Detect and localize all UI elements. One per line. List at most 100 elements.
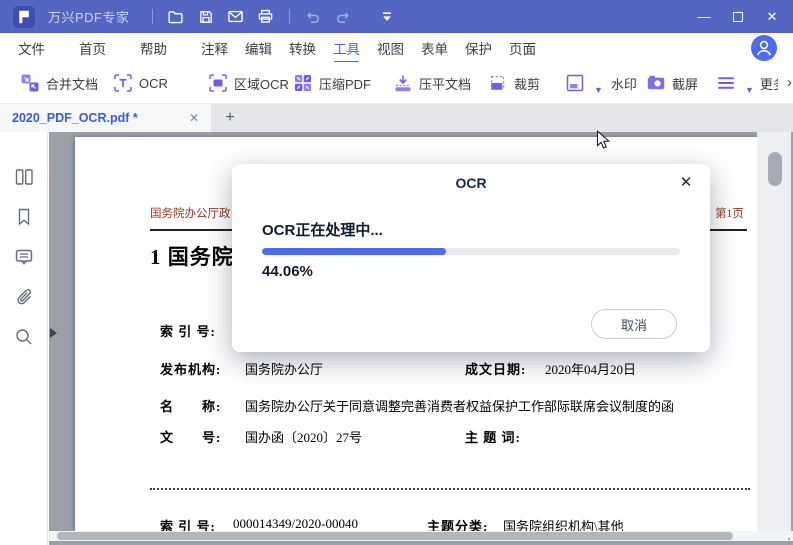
menu-tools[interactable]: 工具	[333, 38, 360, 64]
customize-toolbar-icon[interactable]	[372, 0, 402, 33]
field-date-label: 成文日期:	[465, 362, 527, 377]
tool-label: 压平文档	[419, 76, 472, 92]
compress-pdf-icon	[295, 75, 311, 91]
search-icon[interactable]	[13, 326, 37, 350]
sidebar-expand-handle-icon[interactable]	[50, 328, 57, 338]
field-index2-value: 000014349/2020-00040	[233, 516, 358, 531]
ocr-progress-fill	[262, 248, 447, 255]
document-tab-bar: 2020_PDF_OCR.pdf * ✕ +	[0, 104, 793, 132]
tool-label: 裁剪	[514, 76, 541, 92]
account-avatar[interactable]	[751, 34, 777, 61]
titlebar-separator	[151, 9, 153, 24]
ocr-progress-percent: 44.06%	[262, 263, 313, 280]
dropdown-caret-icon: ▼	[594, 85, 603, 95]
menu-protect[interactable]: 保护	[465, 38, 492, 58]
save-icon[interactable]	[191, 0, 221, 33]
field-issuer-value: 国务院办公厅	[245, 362, 324, 377]
tool-label: 压缩PDF	[319, 76, 372, 92]
field-index2-label: 索 引 号:	[160, 519, 216, 531]
ocr-button[interactable]: OCR	[113, 62, 168, 104]
merge-documents-button[interactable]: 合并文档	[20, 62, 98, 104]
menu-bar: 文件 首页 帮助 注释 编辑 转换 工具 视图 表单 保护 页面	[0, 33, 793, 64]
crop-icon	[490, 75, 505, 90]
field-issuer-label: 发布机构:	[160, 362, 222, 377]
screenshot-button[interactable]: 截屏	[646, 62, 698, 104]
vertical-scrollbar-thumb[interactable]	[768, 152, 782, 186]
field-index-label: 索 引 号:	[160, 324, 216, 339]
minimize-button[interactable]: —	[687, 0, 721, 33]
menu-view[interactable]: 视图	[377, 38, 404, 58]
menu-help[interactable]: 帮助	[140, 38, 167, 58]
vertical-scrollbar[interactable]	[757, 132, 791, 531]
field-docnum-value: 国办函〔2020〕27号	[245, 430, 363, 445]
menu-edit[interactable]: 编辑	[245, 38, 272, 58]
toolbar-overflow-chevron[interactable]: ›	[787, 74, 792, 91]
tools-toolbar: 合并文档 OCR 区域OCR 压缩PDF 压平文档 裁剪 ▼ 水印 截屏 ▼ 更…	[0, 62, 793, 149]
menu-comment[interactable]: 注释	[201, 38, 228, 58]
open-file-icon[interactable]	[161, 0, 191, 33]
document-tab[interactable]: 2020_PDF_OCR.pdf * ✕	[0, 104, 211, 132]
menu-page[interactable]: 页面	[509, 38, 536, 58]
email-icon[interactable]	[221, 0, 251, 33]
app-logo-icon	[13, 5, 35, 28]
tool-label: 水印	[610, 76, 637, 92]
menu-home[interactable]: 首页	[79, 38, 106, 58]
field-name-value: 国务院办公厅关于同意调整完善消费者权益保护工作部际联席会议制度的函	[245, 399, 675, 414]
area-ocr-button[interactable]: 区域OCR	[208, 62, 289, 104]
menu-form[interactable]: 表单	[421, 38, 448, 58]
maximize-icon	[733, 11, 743, 22]
horizontal-scrollbar-thumb[interactable]	[57, 532, 733, 540]
doc-page-header-left: 国务院办公厅政	[150, 208, 231, 220]
application-window: 万兴PDF专家 — ✕ 文件 首页 帮助 注释 编辑 转换 工具 视图 表单 保…	[0, 0, 793, 545]
field-category-label: 主题分类:	[427, 519, 489, 531]
watermark-button[interactable]: ▼ 水印	[565, 62, 637, 104]
ocr-icon	[114, 74, 132, 92]
dropdown-caret-icon: ▼	[745, 85, 754, 95]
watermark-icon	[566, 74, 584, 92]
app-title: 万兴PDF专家	[48, 10, 130, 25]
doc-page-header-right: 第1页	[715, 208, 744, 220]
comments-icon[interactable]	[13, 246, 37, 270]
field-name-label: 名 称:	[160, 399, 222, 414]
mouse-cursor	[596, 130, 611, 149]
navigation-sidebar	[0, 132, 48, 545]
flatten-document-button[interactable]: 压平文档	[393, 62, 471, 104]
menu-convert[interactable]: 转换	[289, 38, 316, 58]
field-category-value: 国务院组织机构\其他	[503, 519, 624, 531]
attachments-icon[interactable]	[13, 286, 37, 310]
horizontal-scrollbar[interactable]	[49, 531, 793, 541]
new-tab-button[interactable]: +	[219, 107, 241, 129]
dialog-close-icon[interactable]: ✕	[676, 173, 696, 193]
titlebar-separator	[288, 9, 290, 24]
tool-label: 更多	[759, 76, 778, 92]
title-bar: 万兴PDF专家 — ✕	[0, 0, 793, 33]
crop-button[interactable]: 裁剪	[488, 62, 540, 104]
dialog-title: OCR	[455, 175, 487, 191]
tab-title: 2020_PDF_OCR.pdf *	[12, 111, 138, 125]
close-button[interactable]: ✕	[755, 0, 789, 33]
maximize-button[interactable]	[721, 0, 755, 33]
ocr-progress-dialog: OCR ✕ OCR正在处理中... 44.06% 取消	[232, 164, 710, 352]
more-tools-button[interactable]: ▼ 更多	[716, 62, 778, 104]
page-thumbnails-icon[interactable]	[13, 166, 37, 190]
flatten-document-icon	[395, 75, 411, 92]
field-date-value: 2020年04月20日	[545, 362, 637, 377]
print-icon[interactable]	[251, 0, 281, 33]
menu-file[interactable]: 文件	[18, 38, 45, 58]
more-tools-icon	[718, 77, 734, 89]
cancel-button[interactable]: 取消	[591, 309, 677, 339]
resize-grip-icon[interactable]	[780, 534, 790, 544]
redo-icon[interactable]	[328, 0, 358, 33]
undo-icon[interactable]	[298, 0, 328, 33]
tool-label: 截屏	[672, 76, 699, 92]
tool-label: 合并文档	[46, 76, 99, 92]
tool-label: OCR	[139, 75, 168, 91]
compress-pdf-button[interactable]: 压缩PDF	[293, 62, 371, 104]
screenshot-icon	[647, 75, 665, 90]
bookmarks-icon[interactable]	[13, 206, 37, 230]
field-keyword-label: 主 题 词:	[465, 430, 521, 445]
doc-dotted-divider	[150, 488, 750, 490]
merge-documents-icon	[21, 74, 39, 92]
tab-close-icon[interactable]: ✕	[189, 111, 199, 125]
field-docnum-label: 文 号:	[160, 430, 222, 445]
